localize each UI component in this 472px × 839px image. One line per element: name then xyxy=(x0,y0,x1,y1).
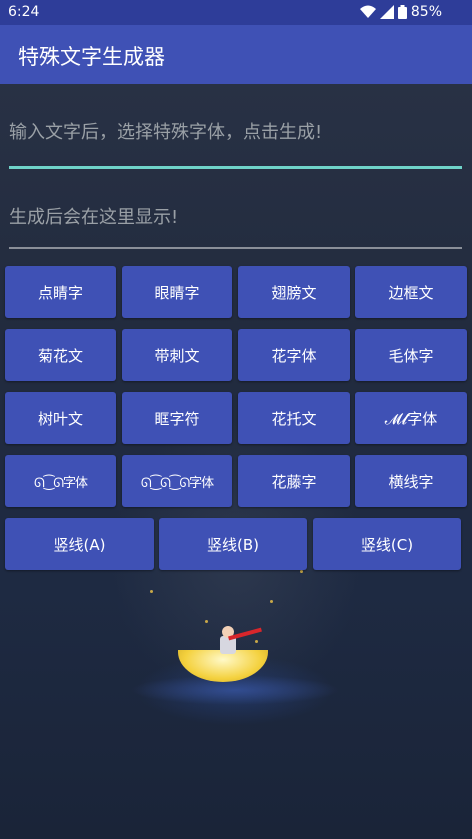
ornament-font-button-2[interactable]: ᘏ⁐ᘏ⁐ᘏ字体 xyxy=(122,455,232,507)
wifi-icon xyxy=(359,5,376,18)
output-placeholder: 生成后会在这里显示! xyxy=(9,207,179,228)
vertical-line-b-button[interactable]: 竖线(B) xyxy=(159,518,307,570)
input-placeholder: 输入文字后，选择特殊字体，点击生成! xyxy=(9,122,323,143)
firefly xyxy=(270,600,273,603)
horizontal-line-font-button[interactable]: 横线字 xyxy=(355,455,467,507)
wing-font-button[interactable]: 翅膀文 xyxy=(238,266,350,318)
firefly xyxy=(255,640,258,643)
border-font-button[interactable]: 边框文 xyxy=(355,266,467,318)
firefly xyxy=(300,570,303,573)
yanjing-font-button[interactable]: 眼睛字 xyxy=(122,266,232,318)
flower-font-button[interactable]: 花字体 xyxy=(238,329,350,381)
signal-icon xyxy=(379,5,394,19)
vine-font-button[interactable]: 花藤字 xyxy=(238,455,350,507)
leaf-font-button[interactable]: 树叶文 xyxy=(5,392,116,444)
thorn-font-button[interactable]: 带刺文 xyxy=(122,329,232,381)
brush-font-button[interactable]: 毛体字 xyxy=(355,329,467,381)
output-display-field[interactable]: 生成后会在这里显示! xyxy=(9,195,462,249)
status-time: 6:24 xyxy=(8,4,40,20)
calyx-font-button[interactable]: 花托文 xyxy=(238,392,350,444)
firefly xyxy=(205,620,208,623)
battery-percent: 85% xyxy=(410,4,442,20)
ornament-font-button-1[interactable]: ᘏ⁐ᘏ字体 xyxy=(5,455,116,507)
vertical-line-a-button[interactable]: 竖线(A) xyxy=(5,518,154,570)
app-bar: 特殊文字生成器 xyxy=(0,25,472,84)
status-bar: 6:24 85% xyxy=(0,0,472,25)
firefly xyxy=(150,590,153,593)
chrysanthemum-font-button[interactable]: 菊花文 xyxy=(5,329,116,381)
text-input-field[interactable]: 输入文字后，选择特殊字体，点击生成! xyxy=(9,110,462,169)
frame-char-button[interactable]: 眶字符 xyxy=(122,392,232,444)
script-font-button[interactable]: 𝓜𝓵字体 xyxy=(355,392,467,444)
vertical-line-c-button[interactable]: 竖线(C) xyxy=(313,518,461,570)
dianjing-font-button[interactable]: 点睛字 xyxy=(5,266,116,318)
battery-icon xyxy=(397,5,407,19)
app-title: 特殊文字生成器 xyxy=(18,45,165,69)
